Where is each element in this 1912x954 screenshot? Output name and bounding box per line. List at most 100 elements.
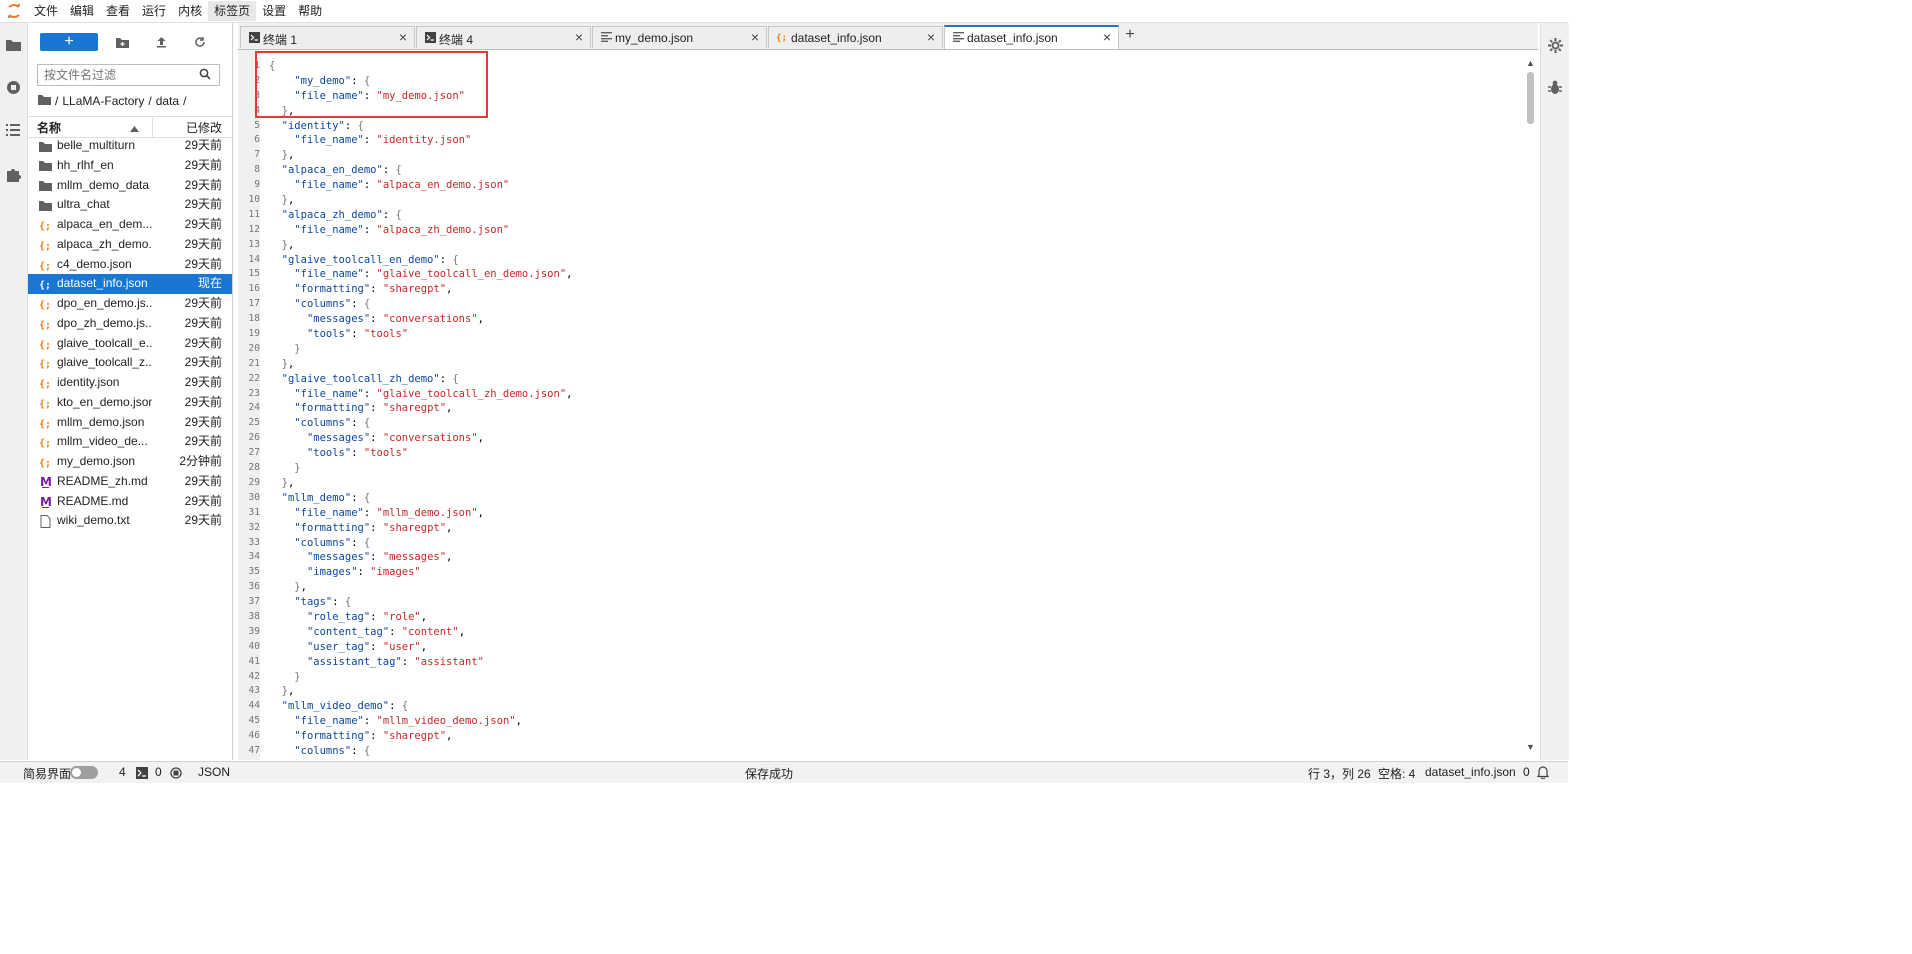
code-text: "formatting": "sharegpt", — [294, 283, 453, 296]
file-list-item[interactable]: {;} mllm_demo.json 29天前 — [28, 413, 232, 433]
file-list-item[interactable]: {;} kto_en_demo.json 29天前 — [28, 393, 232, 413]
text-file-icon — [600, 31, 612, 43]
folder-icon[interactable] — [4, 36, 22, 54]
menu-item[interactable]: 内核 — [172, 1, 208, 21]
new-folder-icon[interactable] — [113, 33, 131, 51]
debugger-icon[interactable] — [1546, 78, 1564, 96]
extension-icon[interactable] — [4, 165, 22, 183]
menu-item[interactable]: 文件 — [28, 1, 64, 21]
running-icon[interactable] — [4, 78, 22, 96]
code-text: "columns": { — [294, 298, 371, 311]
file-list-item[interactable]: {;} glaive_toolcall_e... 29天前 — [28, 334, 232, 354]
menu-item[interactable]: 标签页 — [208, 1, 257, 21]
line-number: 27 — [248, 447, 260, 459]
code-text: "messages": "conversations", — [306, 432, 484, 445]
document-tab[interactable]: {;}dataset_info.json × — [768, 26, 943, 48]
line-number: 33 — [248, 536, 260, 548]
annotation-highlight-box — [255, 51, 488, 118]
scrollbar-thumb[interactable] — [1527, 72, 1534, 124]
close-tab-icon[interactable]: × — [575, 30, 583, 44]
file-list-item[interactable]: {;} dataset_info.json 现在 — [28, 274, 232, 294]
folder-icon — [38, 139, 52, 153]
tab-label: my_demo.json — [615, 31, 694, 45]
code-line: 43 }, — [238, 684, 1524, 699]
upload-icon[interactable] — [152, 33, 170, 51]
document-tab[interactable]: 终端 1 × — [240, 26, 415, 48]
scroll-down-arrow-icon[interactable]: ▼ — [1526, 742, 1535, 752]
file-list-item[interactable]: M README.md 29天前 — [28, 492, 232, 512]
property-inspector-icon[interactable] — [1546, 36, 1564, 54]
file-list-item[interactable]: ultra_chat 29天前 — [28, 195, 232, 215]
document-tab[interactable]: my_demo.json × — [592, 26, 767, 48]
file-list-item[interactable]: M README_zh.md 29天前 — [28, 472, 232, 492]
code-text: "columns": { — [294, 417, 371, 430]
close-tab-icon[interactable]: × — [399, 30, 407, 44]
close-tab-icon[interactable]: × — [751, 30, 759, 44]
code-editor[interactable]: 1{2 "my_demo": {3 "file_name": "my_demo.… — [238, 50, 1524, 760]
file-list-item[interactable]: {;} glaive_toolcall_z... 29天前 — [28, 353, 232, 373]
file-list-item[interactable]: {;} c4_demo.json 29天前 — [28, 255, 232, 275]
bell-icon[interactable] — [1536, 766, 1550, 782]
menu-item[interactable]: 帮助 — [292, 1, 328, 21]
simple-mode-toggle[interactable] — [70, 766, 98, 779]
refresh-icon[interactable] — [191, 33, 209, 51]
toc-icon[interactable] — [4, 121, 22, 139]
file-list-item[interactable]: {;} alpaca_en_dem... 29天前 — [28, 215, 232, 235]
document-tab[interactable]: dataset_info.json × — [944, 25, 1119, 49]
file-list-item[interactable]: {;} dpo_zh_demo.js... 29天前 — [28, 314, 232, 334]
file-list-item[interactable]: {;} my_demo.json 2分钟前 — [28, 452, 232, 472]
sort-ascending-icon[interactable] — [130, 121, 139, 135]
file-name: glaive_toolcall_e... — [57, 335, 152, 350]
file-list-item[interactable]: belle_multiturn 29天前 — [28, 136, 232, 156]
cursor-position[interactable]: 行 3，列 26 — [1308, 765, 1371, 782]
editor-content[interactable]: 1{2 "my_demo": {3 "file_name": "my_demo.… — [238, 59, 1524, 759]
line-number: 8 — [254, 164, 260, 176]
line-number: 34 — [248, 551, 260, 563]
file-name: wiki_demo.txt — [57, 513, 130, 528]
json-file-icon: {;} — [38, 337, 52, 351]
add-tab-button[interactable]: + — [1120, 27, 1140, 45]
menu-item[interactable]: 设置 — [256, 1, 292, 21]
file-filter-input[interactable] — [38, 65, 200, 85]
file-list-item[interactable]: wiki_demo.txt 29天前 — [28, 511, 232, 531]
file-list-item[interactable]: {;} dpo_en_demo.js... 29天前 — [28, 294, 232, 314]
terminal-count[interactable]: 4 — [119, 765, 126, 779]
breadcrumb-root-folder-icon[interactable] — [38, 94, 51, 108]
file-modified: 29天前 — [184, 434, 222, 449]
code-line: 6 "file_name": "identity.json" — [238, 133, 1524, 148]
breadcrumb-item[interactable]: LLaMA-Factory — [62, 94, 144, 108]
line-number: 31 — [248, 506, 260, 518]
text-file-icon — [38, 514, 52, 528]
code-text: "tools": "tools" — [306, 447, 409, 460]
editor-scrollbar[interactable]: ▲ ▼ — [1524, 50, 1538, 760]
code-line: 30 "mllm_demo": { — [238, 491, 1524, 506]
menu-item[interactable]: 查看 — [100, 1, 136, 21]
file-type-indicator[interactable]: JSON — [198, 765, 230, 779]
kernel-count[interactable]: 0 — [155, 765, 162, 779]
file-list-item[interactable]: hh_rlhf_en 29天前 — [28, 156, 232, 176]
code-text: "messages": "conversations", — [306, 313, 484, 326]
file-modified: 29天前 — [184, 217, 222, 231]
column-header-modified[interactable]: 已修改 — [186, 119, 222, 136]
breadcrumb-item[interactable]: data — [156, 94, 179, 108]
menu-item[interactable]: 编辑 — [64, 1, 100, 21]
file-list-item[interactable]: {;} identity.json 29天前 — [28, 373, 232, 393]
file-list-item[interactable]: {;} alpaca_zh_demo... 29天前 — [28, 235, 232, 255]
file-list-item[interactable]: mllm_demo_data 29天前 — [28, 176, 232, 196]
indent-spaces[interactable]: 空格: 4 — [1378, 765, 1415, 782]
menu-item[interactable]: 运行 — [136, 1, 172, 21]
document-tab[interactable]: 终端 4 × — [416, 26, 591, 48]
scroll-up-arrow-icon[interactable]: ▲ — [1526, 58, 1535, 68]
close-tab-icon[interactable]: × — [1103, 30, 1111, 44]
file-modified: 29天前 — [184, 315, 222, 330]
column-header-name[interactable]: 名称 — [37, 119, 61, 136]
new-launcher-button[interactable]: + — [40, 33, 98, 51]
code-line: 5 "identity": { — [238, 119, 1524, 134]
line-number: 25 — [248, 417, 260, 429]
svg-text:{;}: {;} — [39, 340, 52, 350]
code-text: "alpaca_en_demo": { — [281, 164, 402, 177]
close-tab-icon[interactable]: × — [927, 30, 935, 44]
file-list-item[interactable]: {;} mllm_video_de... 29天前 — [28, 432, 232, 452]
notification-count[interactable]: 0 — [1523, 765, 1530, 779]
svg-text:{;}: {;} — [39, 379, 52, 389]
